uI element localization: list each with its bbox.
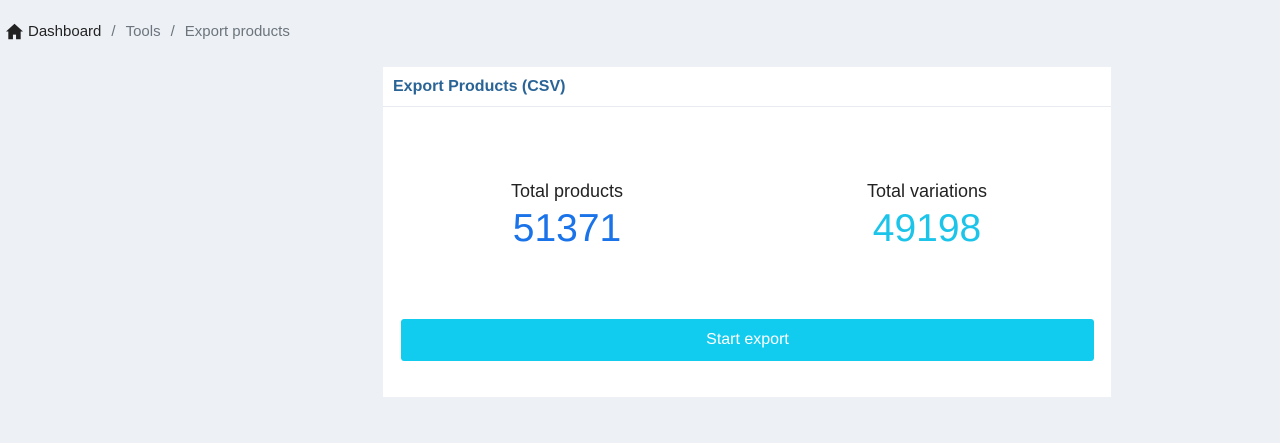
export-card: Export Products (CSV) Total products 513… [383, 67, 1111, 397]
stat-value: 49198 [872, 207, 982, 250]
card-title: Export Products (CSV) [393, 77, 566, 95]
breadcrumb-item-export-products: Export products [184, 22, 290, 40]
breadcrumb: Dashboard / Tools / Export products [5, 20, 290, 42]
card-header: Export Products (CSV) [383, 67, 1111, 107]
stat-label: Total products [510, 181, 624, 201]
stats-row: Total products 51371 Total variations 49… [383, 179, 1111, 259]
stat-value: 51371 [512, 207, 622, 250]
breadcrumb-item-tools[interactable]: Tools [126, 23, 161, 40]
breadcrumb-home[interactable]: Dashboard [5, 23, 101, 40]
start-export-button[interactable]: Start export [401, 319, 1094, 361]
breadcrumb-item-dashboard: Dashboard [28, 22, 102, 40]
stat-label: Total variations [866, 181, 988, 201]
breadcrumb-separator: / [111, 22, 116, 40]
stat-total-products: Total products 51371 [447, 179, 687, 253]
stat-total-variations: Total variations 49198 [807, 179, 1047, 253]
breadcrumb-separator: / [170, 22, 175, 40]
home-icon [6, 23, 23, 39]
